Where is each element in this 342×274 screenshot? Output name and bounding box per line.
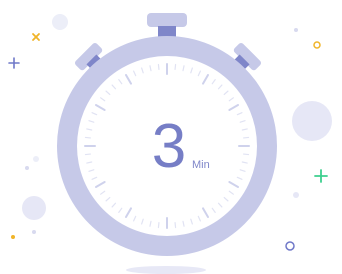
top-crown-button (147, 13, 187, 38)
decor-dot-left-1 (33, 156, 39, 162)
ground-shadow (126, 266, 206, 274)
plus-icon-green (314, 169, 328, 183)
circle-outline-icon-yellow (313, 41, 321, 49)
minor-tick (174, 63, 177, 71)
plus-icon (8, 57, 20, 69)
decor-dot-bottom-left (32, 230, 36, 234)
decor-circle-large-right (292, 101, 332, 141)
dot-icon-yellow (11, 235, 15, 239)
minor-tick (157, 221, 160, 229)
sparkle-icon (32, 33, 40, 41)
decor-dot-left-2 (25, 166, 29, 170)
decor-circle-bottom-left (22, 196, 46, 220)
timer-unit: Min (192, 159, 210, 171)
decor-circle-top-left (52, 14, 68, 30)
circle-outline-icon-blue (285, 241, 295, 251)
timer-value: 3 (152, 112, 186, 181)
minor-tick (84, 136, 92, 139)
decor-dot-top-right (294, 28, 298, 32)
minor-tick (242, 136, 250, 139)
decor-dot-right (293, 192, 299, 198)
minor-tick (242, 153, 250, 156)
stopwatch-illustration: 3 Min (8, 13, 332, 274)
minor-tick (157, 63, 160, 71)
minor-tick (84, 153, 92, 156)
minor-tick (174, 221, 177, 229)
